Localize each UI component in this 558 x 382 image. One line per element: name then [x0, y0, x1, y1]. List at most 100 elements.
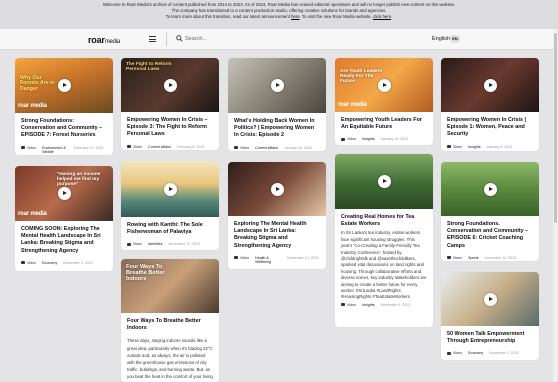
- roar-media-watermark: roar media: [338, 102, 367, 108]
- play-icon[interactable]: [483, 292, 497, 306]
- thumbnail-overlay-text: The Fight to Reform Personal Laws: [126, 62, 172, 73]
- category-link[interactable]: Health & Wellbeing: [255, 256, 281, 265]
- search-icon[interactable]: [176, 35, 183, 42]
- article-thumbnail[interactable]: [441, 272, 539, 326]
- article-card[interactable]: Four Ways To Breathe Better Indoors Four…: [121, 259, 219, 382]
- publish-date: November 3, 2023: [63, 260, 93, 265]
- category-link[interactable]: Economy: [42, 261, 57, 266]
- category-link[interactable]: Identities: [148, 242, 162, 247]
- site-header: roarmedia English EN: [0, 29, 558, 50]
- article-thumbnail[interactable]: Four Ways To Breathe Better Indoors: [121, 259, 219, 313]
- article-thumbnail[interactable]: Why Our Forests Are in Danger roar media: [15, 58, 113, 113]
- article-title[interactable]: 50 Women Talk Empowerment Through Entrep…: [447, 331, 533, 345]
- content-type: Video: [347, 137, 357, 142]
- article-title[interactable]: Exploring The Mental Health Landscape In…: [234, 221, 320, 250]
- publish-date: November 1, 2023: [489, 351, 519, 356]
- article-thumbnail[interactable]: [441, 58, 539, 112]
- article-thumbnail[interactable]: [335, 154, 433, 209]
- roar-media-logo[interactable]: roarmedia: [88, 35, 120, 45]
- article-title[interactable]: Creating Real Homes for Tea Estate Worke…: [341, 214, 427, 228]
- category-link[interactable]: Insights: [468, 145, 480, 150]
- article-card[interactable]: Exploring The Mental Health Landscape In…: [228, 162, 326, 269]
- video-icon: [341, 137, 345, 141]
- play-icon[interactable]: [483, 78, 497, 92]
- play-icon[interactable]: [163, 182, 177, 196]
- article-thumbnail[interactable]: Are Youth Leaders Ready For The Future r…: [335, 58, 433, 112]
- video-icon: [21, 261, 25, 265]
- article-thumbnail[interactable]: [228, 58, 326, 113]
- article-card[interactable]: Strong Foundations. Conservation and Com…: [441, 162, 539, 261]
- category-link[interactable]: Environment & Wildlife: [42, 146, 68, 155]
- article-title[interactable]: Empowering Women In Crisis | Episode 1: …: [447, 117, 533, 139]
- video-icon: [21, 146, 25, 150]
- video-icon: [341, 303, 345, 307]
- video-icon: [127, 145, 131, 149]
- category-link[interactable]: Insights: [362, 303, 374, 308]
- publish-date: January 19, 2024: [380, 137, 409, 142]
- category-link[interactable]: Insights: [362, 137, 374, 142]
- video-icon: [234, 146, 238, 150]
- content-type: Video: [347, 302, 357, 307]
- article-thumbnail[interactable]: The Fight to Reform Personal Laws: [121, 58, 219, 112]
- announcement-link[interactable]: here: [291, 14, 300, 19]
- article-card[interactable]: The Fight to Reform Personal Laws Empowe…: [121, 58, 219, 150]
- article-card[interactable]: "Having an income helped me find my purp…: [15, 166, 113, 271]
- category-link[interactable]: Sports: [468, 256, 478, 261]
- play-icon[interactable]: [377, 78, 391, 92]
- article-excerpt: In Sri Lanka's tea industry, estate work…: [341, 230, 427, 300]
- thumbnail-overlay-text: "Having an income helped me find my purp…: [57, 172, 101, 188]
- publish-date: November 11, 2023: [168, 242, 200, 247]
- play-icon[interactable]: [57, 79, 71, 92]
- article-card[interactable]: Rowing with Kanthi: The Sole Fisherwoman…: [121, 161, 219, 250]
- article-card[interactable]: Empowering Women In Crisis | Episode 1: …: [441, 58, 539, 151]
- publish-date: December 14, 2023: [484, 255, 517, 260]
- publish-date: November 4, 2023: [380, 302, 411, 307]
- language-label[interactable]: English: [432, 36, 450, 42]
- language-toggle-button[interactable]: EN: [450, 35, 460, 43]
- search-input[interactable]: [185, 34, 385, 44]
- play-icon[interactable]: [377, 175, 391, 188]
- article-title[interactable]: COMING SOON: Exploring The Mental Health…: [21, 226, 107, 255]
- new-website-link[interactable]: click here: [373, 14, 391, 19]
- video-icon: [447, 256, 451, 260]
- category-link[interactable]: Economy: [468, 351, 483, 356]
- category-link[interactable]: Current Affairs: [148, 145, 171, 150]
- publish-date: November 13, 2023: [287, 255, 319, 260]
- content-type: Video: [133, 242, 143, 247]
- article-title[interactable]: Strong Foundations: Conservation and Com…: [21, 118, 107, 140]
- article-title[interactable]: Four Ways To Breathe Better Indoors: [127, 318, 213, 332]
- video-icon: [127, 242, 131, 246]
- archive-notice-banner: Welcome to Roar Media's archive of conte…: [0, 0, 558, 29]
- article-excerpt: These days, staying indoors sounds like …: [127, 338, 213, 382]
- article-title[interactable]: Empowering Youth Leaders For An Equitabl…: [341, 117, 427, 131]
- play-icon[interactable]: [270, 182, 284, 196]
- article-card[interactable]: What's Holding Back Women In Politics? |…: [228, 58, 326, 151]
- publish-date: February 22, 2024: [74, 145, 104, 150]
- article-title[interactable]: Strong Foundations. Conservation and Com…: [447, 221, 533, 250]
- article-title[interactable]: Empowering Women In Crisis – Episode 3: …: [127, 117, 213, 139]
- article-thumbnail[interactable]: [228, 162, 326, 216]
- play-icon[interactable]: [163, 78, 177, 92]
- content-type: Video: [133, 144, 143, 149]
- publish-date: January 5, 2024: [486, 144, 513, 149]
- article-card[interactable]: 50 Women Talk Empowerment Through Entrep…: [441, 272, 539, 360]
- article-thumbnail[interactable]: [441, 162, 539, 216]
- hamburger-icon[interactable]: [149, 36, 156, 42]
- play-icon[interactable]: [483, 182, 497, 196]
- article-card[interactable]: Are Youth Leaders Ready For The Future r…: [335, 58, 433, 145]
- content-type: Video: [240, 255, 250, 260]
- article-thumbnail[interactable]: "Having an income helped me find my purp…: [15, 166, 113, 221]
- thumbnail-overlay-text: Four Ways To Breathe Better Indoors: [126, 264, 165, 282]
- article-card[interactable]: Creating Real Homes for Tea Estate Worke…: [335, 154, 433, 327]
- publish-date: February 8, 2024: [177, 144, 205, 149]
- video-icon: [234, 256, 238, 260]
- article-card[interactable]: Why Our Forests Are in Danger roar media…: [15, 58, 113, 155]
- play-icon[interactable]: [57, 187, 71, 200]
- article-thumbnail[interactable]: [121, 161, 219, 217]
- category-link[interactable]: Current Affairs: [255, 146, 278, 151]
- article-title[interactable]: Rowing with Kanthi: The Sole Fisherwoman…: [127, 222, 213, 236]
- article-title[interactable]: What's Holding Back Women In Politics? |…: [234, 118, 320, 140]
- video-icon: [447, 145, 451, 149]
- scrollbar-thumb[interactable]: [554, 33, 557, 223]
- play-icon[interactable]: [270, 79, 284, 92]
